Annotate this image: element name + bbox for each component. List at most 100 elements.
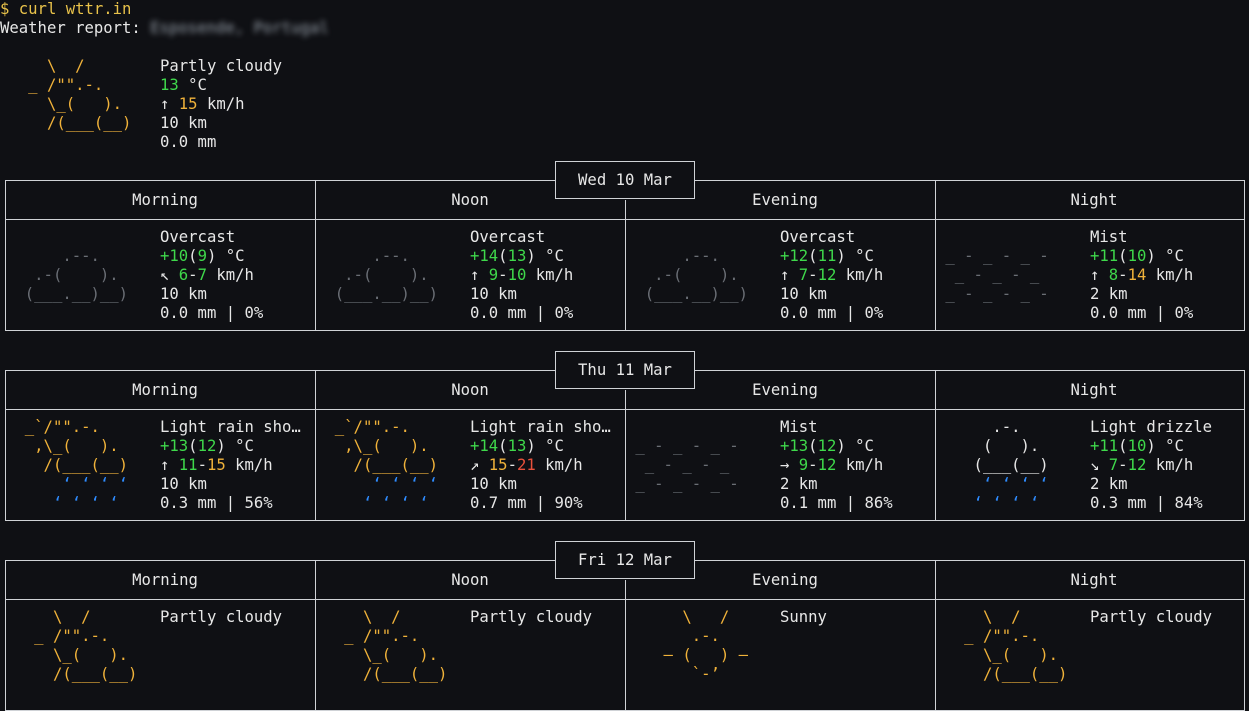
wind-arrow-icon: ↑: [1090, 266, 1100, 284]
precipitation: 0.7 mm | 90%: [470, 494, 583, 512]
partly-icon: \ / _ /"".-. \_( ). /(___(__): [6, 608, 138, 683]
current-weather-info: Partly cloudy 13 °C ↑ 15 km/h 10 km 0.0 …: [160, 57, 282, 152]
period-cell-morning: \ / _ /"".-. \_( ). /(___(__) Partly clo…: [6, 600, 316, 710]
column-header-noon: Noon: [451, 381, 489, 399]
temperature: +14(13) °C: [470, 437, 564, 455]
condition-text: Partly cloudy: [470, 608, 593, 626]
period-info: Light rain sho… +14(13) °C ↗ 15-21 km/h 10 …: [470, 418, 626, 513]
condition-text: Light drizzle: [1090, 418, 1213, 436]
visibility: 10 km: [470, 475, 517, 493]
wind: ↑ 9-10 km/h: [470, 266, 574, 284]
partly-icon: \ / _ /"".-. \_( ). /(___(__): [316, 608, 448, 683]
visibility: 2 km: [780, 475, 818, 493]
column-header-night: Night: [1070, 381, 1118, 399]
visibility: 2 km: [1090, 285, 1128, 303]
overcast-icon: .--. .-( ). (___.__)__): [626, 247, 749, 303]
forecast-table: Morning Noon Evening Night .--. .-( ). (___…: [5, 180, 1245, 331]
condition-text: Partly cloudy: [1090, 608, 1213, 626]
condition-text: Sunny: [780, 608, 827, 626]
period-info: Overcast +14(13) °C ↑ 9-10 km/h 10 km 0.0 mm…: [470, 228, 626, 323]
column-header-evening: Evening: [752, 381, 818, 399]
period-cell-night: \ / _ /"".-. \_( ). /(___(__) Partly clo…: [936, 600, 1244, 710]
period-info: Partly cloudy: [160, 608, 316, 627]
date-label: Wed 10 Mar: [555, 161, 695, 199]
period-info: Sunny: [780, 608, 936, 627]
period-cell-night: _ - _ - _ - _ - _ - _ _ - _ - _ - Mist +1…: [936, 220, 1244, 330]
precipitation: 0.0 mm | 0%: [160, 304, 264, 322]
precipitation: 0.3 mm | 56%: [160, 494, 273, 512]
mist-icon: _ - _ - _ - _ - _ - _ _ - _ - _ -: [936, 247, 1049, 303]
drizzle-icon: .-. ( ). (___(__) ‘ ‘ ‘ ‘ ‘ ‘ ‘ ‘: [936, 418, 1049, 512]
current-visibility: 10 km: [160, 114, 207, 132]
prompt-symbol: $: [0, 0, 10, 18]
period-info: Overcast +12(11) °C ↑ 7-12 km/h 10 km 0.0 mm…: [780, 228, 936, 323]
wind: ↖ 6-7 km/h: [160, 266, 254, 284]
precipitation: 0.0 mm | 0%: [470, 304, 574, 322]
sunny-icon: \ / .-. ― ( ) ― `-’: [626, 608, 749, 683]
column-header-evening: Evening: [752, 191, 818, 209]
condition-text: Light rain sho…: [160, 418, 301, 436]
wind: ↑ 8-14 km/h: [1090, 266, 1194, 284]
column-header-morning: Morning: [132, 571, 198, 589]
period-info: Partly cloudy: [470, 608, 626, 627]
forecast-table: Morning Noon Evening Night _`/"".-. ,\_( ).…: [5, 370, 1245, 521]
visibility: 10 km: [470, 285, 517, 303]
current-wind: ↑ 15 km/h: [160, 95, 245, 113]
column-header-noon: Noon: [451, 571, 489, 589]
period-cell-morning: _`/"".-. ,\_( ). /(___(__) ‘ ‘ ‘ ‘ ‘ ‘ ‘…: [6, 410, 316, 520]
report-location: Esposende, Portugal: [150, 19, 329, 37]
period-info: Partly cloudy: [1090, 608, 1244, 627]
period-info: Mist +13(12) °C → 9-12 km/h 2 km 0.1 mm | 86…: [780, 418, 936, 513]
condition-text: Overcast: [780, 228, 856, 246]
forecast-table: Morning Noon Evening Night \ / _ /"".-. \_(…: [5, 560, 1245, 711]
prompt-command: curl wttr.in: [18, 0, 132, 18]
report-label: Weather report:: [0, 19, 141, 37]
wind-arrow-icon: ↑: [470, 266, 480, 284]
condition-text: Mist: [1090, 228, 1128, 246]
shower-icon: _`/"".-. ,\_( ). /(___(__) ‘ ‘ ‘ ‘ ‘ ‘ ‘…: [6, 418, 129, 512]
visibility: 2 km: [1090, 475, 1128, 493]
visibility: 10 km: [160, 475, 207, 493]
condition-text: Overcast: [160, 228, 236, 246]
period-info: Overcast +10(9) °C ↖ 6-7 km/h 10 km 0.0 mm |…: [160, 228, 316, 323]
mist-icon: _ - _ - _ - _ - _ - _ _ - _ - _ -: [626, 437, 739, 493]
wind: ↑ 7-12 km/h: [780, 266, 884, 284]
temperature: +13(12) °C: [160, 437, 254, 455]
period-info: Light rain sho… +13(12) °C ↑ 11-15 km/h 10 …: [160, 418, 316, 513]
column-header-night: Night: [1070, 191, 1118, 209]
period-cell-evening: \ / .-. ― ( ) ― `-’ Sunny: [626, 600, 936, 710]
period-cell-evening: _ - _ - _ - _ - _ - _ _ - _ - _ - Mist +1…: [626, 410, 936, 520]
overcast-icon: .--. .-( ). (___.__)__): [316, 247, 439, 303]
current-precipitation: 0.0 mm: [160, 133, 217, 151]
temperature: +11(10) °C: [1090, 437, 1184, 455]
period-info: Light drizzle +11(10) °C ↘ 7-12 km/h 2 km 0.…: [1090, 418, 1244, 513]
condition-text: Mist: [780, 418, 818, 436]
current-temperature: 13 °C: [160, 76, 207, 94]
wind: → 9-12 km/h: [780, 456, 884, 474]
condition-text: Light rain sho…: [470, 418, 611, 436]
visibility: 10 km: [160, 285, 207, 303]
wind-arrow-icon: ↗: [470, 456, 480, 474]
wind-arrow-icon: ↑: [160, 95, 170, 113]
column-header-morning: Morning: [132, 381, 198, 399]
wind: ↑ 11-15 km/h: [160, 456, 273, 474]
period-cell-noon: _`/"".-. ,\_( ). /(___(__) ‘ ‘ ‘ ‘ ‘ ‘ ‘…: [316, 410, 626, 520]
wind: ↘ 7-12 km/h: [1090, 456, 1194, 474]
wind-arrow-icon: →: [780, 456, 790, 474]
date-label: Fri 12 Mar: [555, 541, 695, 579]
wind-arrow-icon: ↑: [780, 266, 790, 284]
temperature: +13(12) °C: [780, 437, 874, 455]
precipitation: 0.3 mm | 84%: [1090, 494, 1203, 512]
column-header-night: Night: [1070, 571, 1118, 589]
period-info: Mist +11(10) °C ↑ 8-14 km/h 2 km 0.0 mm | 0%: [1090, 228, 1244, 323]
temperature: +12(11) °C: [780, 247, 874, 265]
period-cell-evening: .--. .-( ). (___.__)__) Overcast +12(11) …: [626, 220, 936, 330]
condition-text: Overcast: [470, 228, 546, 246]
current-condition: Partly cloudy: [160, 57, 283, 75]
overcast-icon: .--. .-( ). (___.__)__): [6, 247, 129, 303]
column-header-morning: Morning: [132, 191, 198, 209]
report-line: Weather report: Esposende, Portugal: [0, 19, 329, 38]
period-cell-night: .-. ( ). (___(__) ‘ ‘ ‘ ‘ ‘ ‘ ‘ ‘ Light d…: [936, 410, 1244, 520]
condition-text: Partly cloudy: [160, 608, 283, 626]
wind: ↗ 15-21 km/h: [470, 456, 583, 474]
